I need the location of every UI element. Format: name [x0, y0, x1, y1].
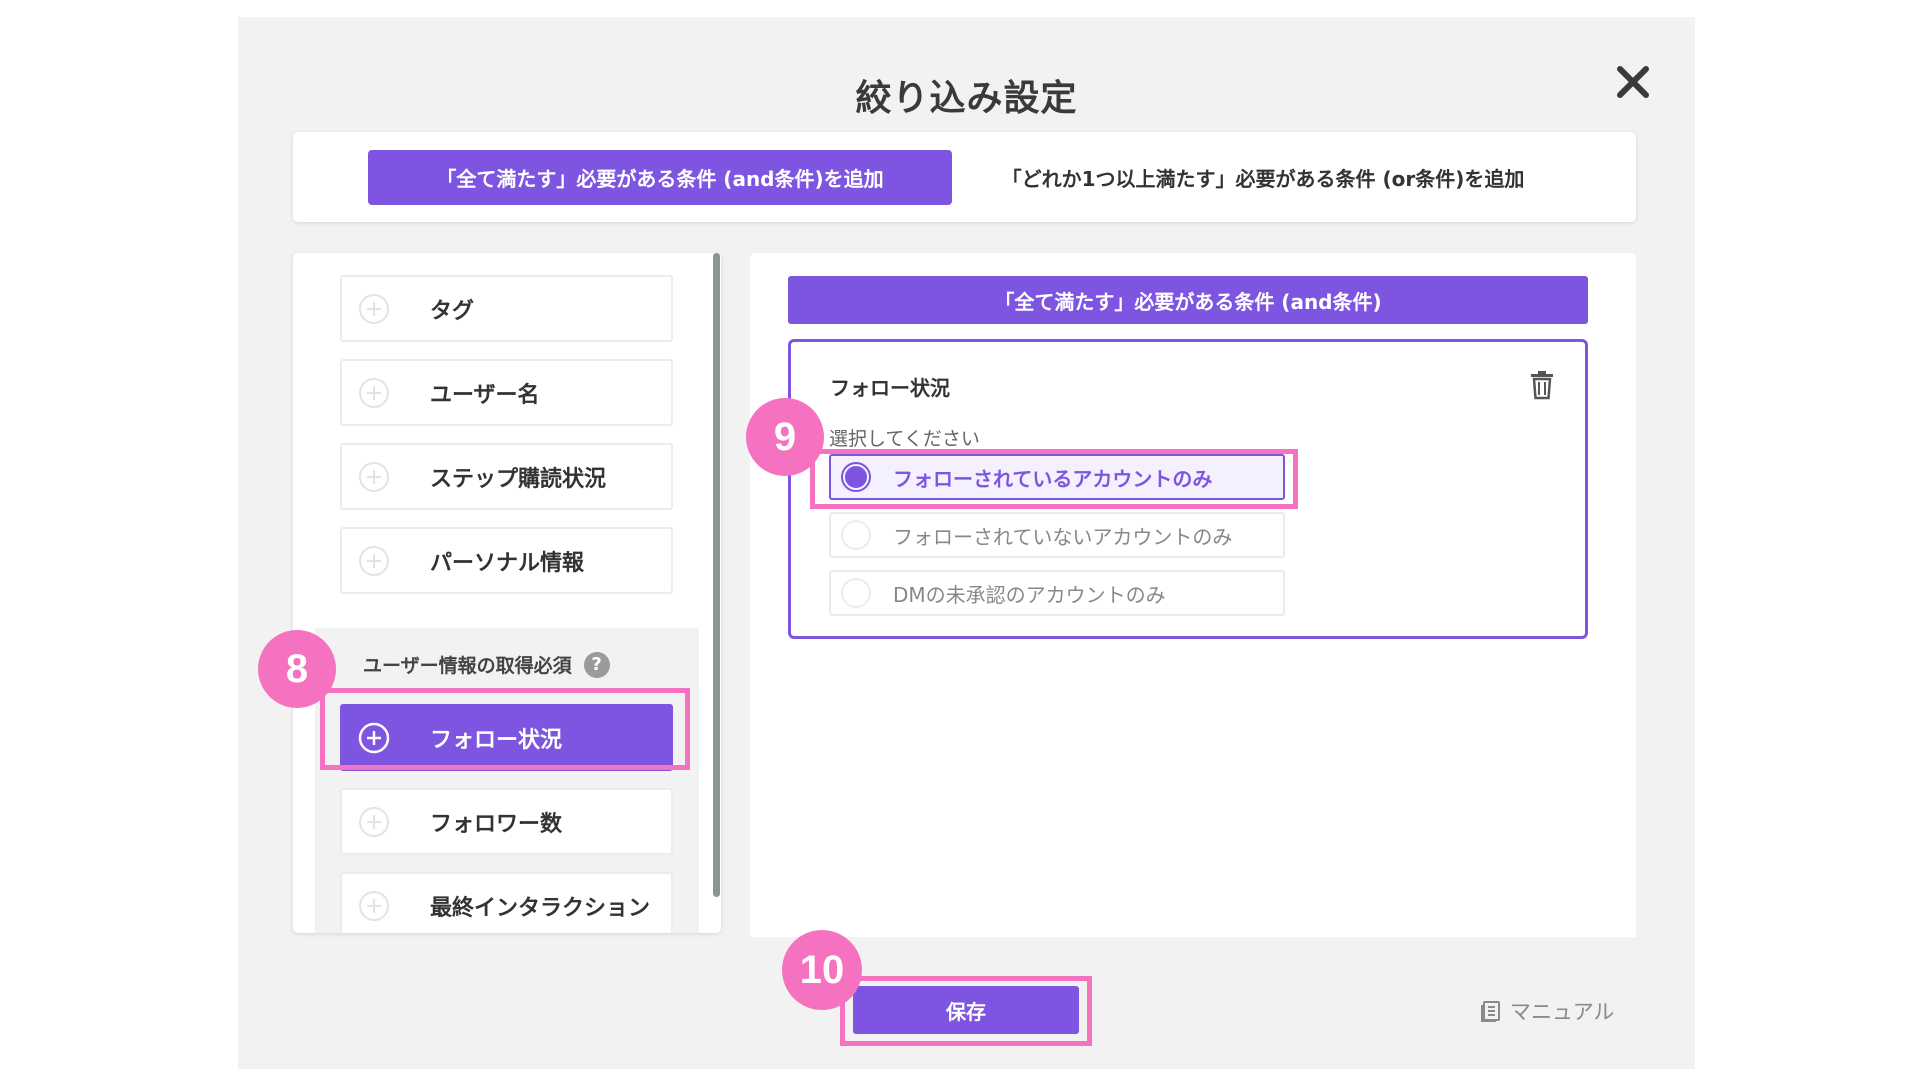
condition-item-label: フォロワー数 — [430, 811, 563, 837]
scrollbar[interactable] — [713, 253, 720, 897]
tab-or-condition[interactable]: 「どれか1つ以上満たす」必要がある条件 (or条件)を追加 — [963, 150, 1563, 205]
condition-item-label: 最終インタラクション — [430, 895, 651, 921]
plus-circle-icon — [359, 806, 389, 837]
condition-item-follower-count[interactable]: フォロワー数 — [340, 788, 673, 855]
and-condition-header: 「全て満たす」必要がある条件 (and条件) — [788, 276, 1588, 324]
highlight-follow-status — [320, 688, 690, 770]
condition-item-step-subscription[interactable]: ステップ購読状況 — [340, 443, 673, 510]
close-icon[interactable] — [1608, 57, 1658, 107]
condition-item-personal-info[interactable]: パーソナル情報 — [340, 527, 673, 594]
manual-link-label: マニュアル — [1510, 1000, 1615, 1024]
condition-tab-bar: 「全て満たす」必要がある条件 (and条件)を追加 「どれか1つ以上満たす」必要… — [293, 132, 1636, 222]
step-badge-8: 8 — [258, 630, 336, 708]
condition-list-panel: タグ ユーザー名 ステップ購読状況 パーソナル情報 ユーザー情報の取得必須 ? … — [293, 253, 721, 933]
modal-title: 絞り込み設定 — [855, 78, 1078, 119]
plus-circle-icon — [359, 293, 389, 324]
document-icon — [1481, 1001, 1500, 1022]
condition-item-tag[interactable]: タグ — [340, 275, 673, 342]
condition-item-username[interactable]: ユーザー名 — [340, 359, 673, 426]
user-info-group-label: ユーザー情報の取得必須 ? — [363, 651, 610, 678]
highlight-following-option — [810, 449, 1298, 509]
condition-item-last-interaction[interactable]: 最終インタラクション — [340, 872, 673, 933]
radio-option-label: フォローされていないアカウントのみ — [893, 524, 1233, 549]
condition-item-label: ユーザー名 — [430, 382, 540, 408]
group-label-text: ユーザー情報の取得必須 — [363, 655, 572, 677]
condition-item-label: ステップ購読状況 — [430, 466, 607, 492]
select-prompt: 選択してください — [829, 428, 980, 450]
filter-settings-modal: 絞り込み設定 「全て満たす」必要がある条件 (and条件)を追加 「どれか1つ以… — [238, 17, 1695, 1069]
radio-button[interactable] — [841, 578, 871, 608]
radio-option-label: DMの未承認のアカウントのみ — [893, 582, 1166, 607]
highlight-save-button — [840, 976, 1092, 1046]
selected-conditions-panel: 「全て満たす」必要がある条件 (and条件) フォロー状況 選択してください フ… — [750, 253, 1636, 937]
help-icon[interactable]: ? — [583, 651, 610, 678]
manual-link[interactable]: マニュアル — [1480, 996, 1614, 1026]
step-badge-9: 9 — [746, 398, 824, 476]
plus-circle-icon — [359, 377, 389, 408]
trash-icon[interactable] — [1528, 370, 1556, 400]
plus-circle-icon — [359, 890, 389, 921]
radio-button[interactable] — [841, 520, 871, 550]
step-badge-10: 10 — [782, 930, 862, 1010]
tab-and-condition[interactable]: 「全て満たす」必要がある条件 (and条件)を追加 — [368, 150, 952, 205]
radio-option-dm-unapproved[interactable]: DMの未承認のアカウントのみ — [829, 570, 1285, 616]
plus-circle-icon — [359, 461, 389, 492]
condition-title: フォロー状況 — [830, 376, 950, 400]
radio-option-not-following[interactable]: フォローされていないアカウントのみ — [829, 512, 1285, 558]
condition-item-label: パーソナル情報 — [430, 550, 585, 576]
condition-item-label: タグ — [430, 298, 475, 324]
plus-circle-icon — [359, 545, 389, 576]
